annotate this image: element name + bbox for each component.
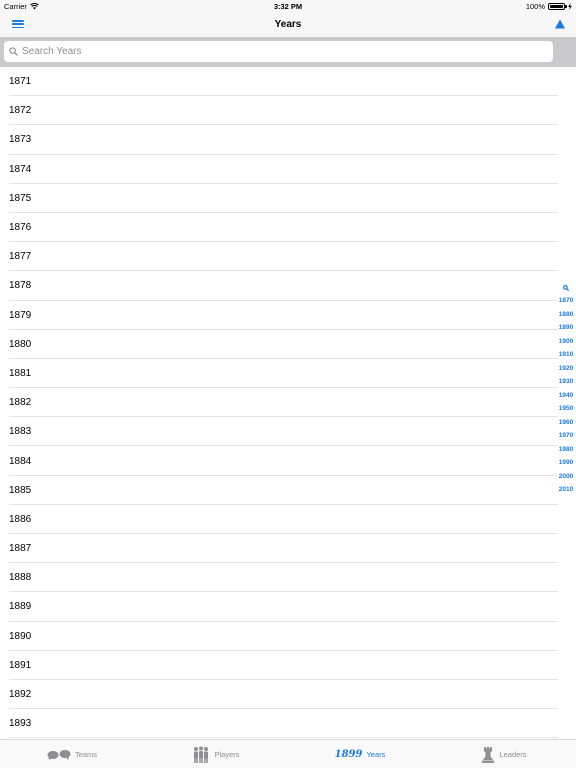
index-item[interactable]: 1940: [559, 389, 573, 403]
table-row[interactable]: 1877: [0, 242, 576, 272]
index-item[interactable]: 1990: [559, 456, 573, 470]
year-label: 1881: [9, 367, 32, 379]
index-item[interactable]: 2010: [559, 483, 573, 497]
search-bar-container: [0, 37, 576, 67]
wifi-icon: [30, 2, 39, 9]
index-item[interactable]: 1950: [559, 402, 573, 416]
year-label: 1891: [9, 659, 32, 671]
tab-label: Players: [214, 749, 240, 759]
table-row[interactable]: 1878: [0, 271, 576, 301]
table-row[interactable]: 1876: [0, 213, 576, 243]
search-icon: [9, 47, 18, 56]
table-row[interactable]: 1882: [0, 388, 576, 418]
table-row[interactable]: 1879: [0, 301, 576, 330]
battery-percent: 100%: [525, 1, 545, 11]
year-label: 1892: [9, 689, 32, 701]
menu-line: [12, 26, 24, 28]
status-right: 100%: [526, 2, 572, 11]
years-table: 1871 1872 1873 1874 1875 1876 1877 1878 1879 1880…: [0, 67, 576, 739]
table-row[interactable]: 1875: [0, 184, 576, 214]
table-row[interactable]: 1893: [0, 709, 576, 739]
table-row[interactable]: 1873: [0, 125, 576, 155]
year-label: 1874: [9, 163, 32, 175]
page-title: Years: [274, 19, 302, 30]
triangle-up-icon[interactable]: [554, 18, 566, 30]
index-item[interactable]: 1910: [559, 348, 573, 362]
year-label: 1880: [9, 338, 32, 350]
table-row[interactable]: 1887: [0, 534, 576, 564]
year-label: 1875: [9, 192, 32, 204]
status-time: 3:32 PM: [273, 1, 303, 11]
year-label: 1882: [9, 397, 32, 409]
table-row[interactable]: 1881: [0, 359, 576, 389]
year-label: 1886: [9, 513, 32, 525]
search-input[interactable]: [22, 46, 522, 57]
year-label: 1884: [9, 455, 32, 467]
table-row[interactable]: 1883: [0, 417, 576, 447]
index-item[interactable]: 1900: [559, 335, 573, 349]
index-search-icon[interactable]: [563, 282, 569, 294]
table-row[interactable]: 1874: [0, 155, 576, 184]
index-item[interactable]: 1870: [559, 294, 573, 308]
table-row[interactable]: 1880: [0, 330, 576, 360]
carrier-label: Carrier: [4, 1, 27, 11]
tab-teams[interactable]: Teams: [0, 740, 144, 768]
battery-icon: [548, 2, 567, 10]
tab-label: Years: [366, 749, 386, 759]
menu-line: [12, 23, 24, 25]
years-icon: 1899: [334, 748, 363, 760]
tab-label: Teams: [74, 749, 98, 759]
year-label: 1883: [9, 426, 32, 438]
charging-bolt-icon: [568, 2, 572, 10]
table-row[interactable]: 1885: [0, 476, 576, 506]
index-item[interactable]: 1960: [559, 416, 573, 430]
year-label: 1873: [9, 134, 32, 146]
year-label: 1885: [9, 484, 32, 496]
tab-leaders[interactable]: Leaders: [432, 740, 576, 768]
status-left: Carrier: [4, 2, 39, 11]
index-item[interactable]: 1880: [559, 308, 573, 322]
table-row[interactable]: 1872: [0, 96, 576, 126]
status-bar: Carrier 3:32 PM 100%: [0, 0, 576, 12]
year-label: 1890: [9, 630, 32, 642]
index-item[interactable]: 1890: [559, 321, 573, 335]
tab-years[interactable]: 1899 Years: [288, 740, 432, 768]
players-icon: [194, 746, 209, 763]
menu-button[interactable]: [12, 18, 24, 30]
index-item[interactable]: 1970: [559, 429, 573, 443]
table-row[interactable]: 1871: [0, 67, 576, 97]
menu-line: [12, 20, 24, 22]
table-row[interactable]: 1890: [0, 622, 576, 651]
table-row[interactable]: 1888: [0, 563, 576, 593]
table-row[interactable]: 1884: [0, 446, 576, 476]
navigation-bar: Years: [0, 12, 576, 37]
year-label: 1893: [9, 718, 32, 730]
tab-bar: Teams Players 1899 Years Leaders: [0, 739, 576, 768]
index-item[interactable]: 1920: [559, 362, 573, 376]
tab-players[interactable]: Players: [144, 740, 288, 768]
year-label: 1872: [9, 105, 32, 117]
table-row[interactable]: 1892: [0, 680, 576, 710]
table-row[interactable]: 1891: [0, 651, 576, 681]
tab-label: Leaders: [499, 749, 527, 759]
year-label: 1888: [9, 572, 32, 584]
year-label: 1887: [9, 543, 32, 555]
table-row[interactable]: 1889: [0, 592, 576, 622]
teams-icon: [47, 749, 71, 760]
year-label: 1877: [9, 251, 32, 263]
year-label: 1871: [9, 76, 32, 88]
table-row[interactable]: 1886: [0, 505, 576, 535]
year-label: 1878: [9, 280, 32, 292]
trophy-icon: [482, 746, 495, 763]
section-index[interactable]: 1870 1880 1890 1900 1910 1920 1930 1940 1950 1960…: [558, 282, 574, 497]
index-item[interactable]: 2000: [559, 470, 573, 484]
index-item[interactable]: 1980: [559, 443, 573, 457]
index-item[interactable]: 1930: [559, 375, 573, 389]
year-label: 1876: [9, 222, 32, 234]
search-field[interactable]: [4, 41, 553, 62]
year-label: 1889: [9, 601, 32, 613]
year-label: 1879: [9, 309, 32, 321]
